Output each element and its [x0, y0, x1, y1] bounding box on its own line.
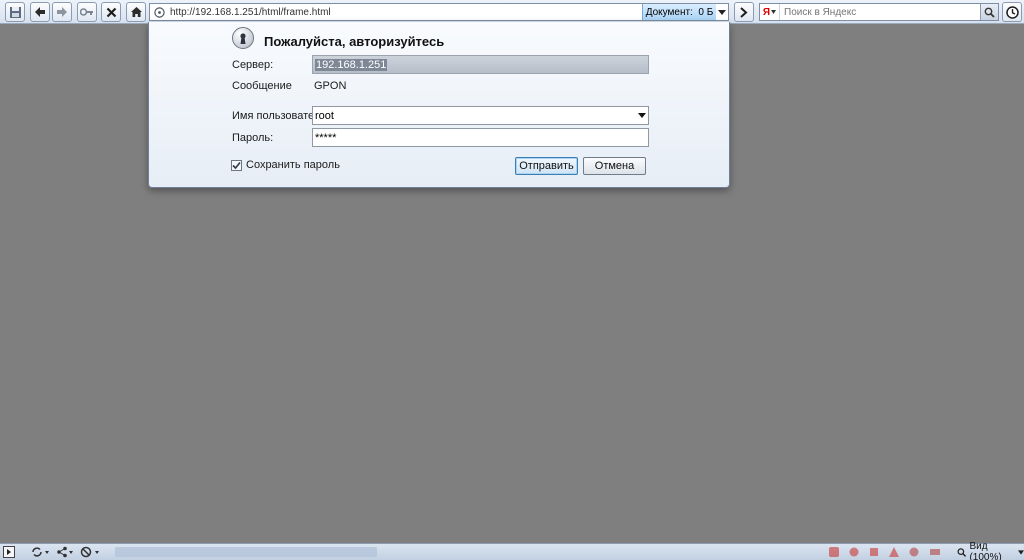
home-icon — [130, 7, 142, 17]
search-button[interactable] — [980, 4, 998, 20]
panel-toggle-button[interactable] — [3, 545, 15, 559]
sync-button[interactable] — [31, 545, 51, 559]
cancel-button[interactable]: Отмена — [583, 157, 646, 175]
block-icon — [80, 546, 99, 558]
yandex-icon: Я — [762, 6, 771, 18]
password-label: Пароль: — [232, 132, 274, 144]
zoom-control[interactable]: Вид (100%) — [957, 541, 1024, 560]
keyhole-icon — [232, 27, 254, 49]
message-label: Сообщение — [232, 80, 292, 92]
extension-icon[interactable] — [848, 545, 860, 559]
forward-icon — [57, 7, 67, 17]
stop-icon — [106, 7, 116, 17]
sync-icon — [32, 547, 49, 557]
address-history-dropdown[interactable] — [716, 4, 728, 20]
password-input[interactable] — [313, 129, 648, 146]
username-input[interactable] — [313, 107, 633, 124]
extension-icon[interactable] — [929, 545, 941, 559]
chevron-down-icon[interactable] — [638, 113, 646, 118]
back-icon — [35, 7, 45, 17]
share-button[interactable] — [56, 545, 76, 559]
back-button[interactable] — [30, 2, 50, 22]
zoom-icon — [957, 547, 967, 557]
document-label: Документ: — [645, 6, 693, 18]
extension-icon[interactable] — [888, 545, 900, 559]
browser-toolbar: http://192.168.1.251/html/frame.html Док… — [0, 0, 1024, 24]
save-page-button[interactable] — [5, 2, 25, 22]
search-input[interactable] — [780, 4, 980, 20]
chevron-down-icon — [718, 9, 726, 15]
go-button[interactable] — [734, 2, 754, 22]
status-bar: Вид (100%) — [0, 541, 1024, 560]
key-icon — [80, 8, 93, 16]
stop-button[interactable] — [101, 2, 121, 22]
home-button[interactable] — [126, 2, 146, 22]
save-page-icon — [9, 6, 21, 18]
address-bar[interactable]: http://192.168.1.251/html/frame.html Док… — [149, 3, 729, 21]
save-password-checkbox[interactable] — [231, 160, 242, 171]
document-size-badge: Документ: 0 Б — [642, 4, 716, 20]
dialog-title: Пожалуйста, авторизуйтесь — [264, 34, 445, 49]
status-progress-area — [115, 547, 377, 557]
panel-toggle-icon — [3, 546, 15, 558]
history-button[interactable] — [1002, 2, 1022, 22]
message-value: GPON — [314, 80, 347, 92]
page-info-icon[interactable] — [150, 4, 168, 20]
submit-button[interactable]: Отправить — [515, 157, 578, 175]
extension-icon[interactable] — [828, 545, 840, 559]
zoom-label: Вид (100%) — [969, 541, 1002, 560]
checkmark-icon — [232, 161, 241, 170]
server-field: 192.168.1.251 — [312, 55, 649, 74]
chevron-down-icon — [771, 10, 777, 14]
extension-icon[interactable] — [868, 545, 880, 559]
document-size: 0 Б — [698, 6, 714, 18]
forward-button[interactable] — [52, 2, 72, 22]
auth-dialog: Пожалуйста, авторизуйтесь Сервер: 192.16… — [148, 22, 730, 188]
share-icon — [57, 546, 73, 558]
chevron-down-icon — [1018, 549, 1024, 555]
content-blocker-button[interactable] — [80, 545, 102, 559]
password-manager-button[interactable] — [77, 2, 97, 22]
search-engine-selector[interactable]: Я — [760, 4, 780, 20]
server-value: 192.168.1.251 — [315, 59, 388, 71]
chevron-right-icon — [740, 6, 748, 18]
server-label: Сервер: — [232, 59, 274, 71]
address-url[interactable]: http://192.168.1.251/html/frame.html — [168, 7, 642, 18]
password-field[interactable] — [312, 128, 649, 147]
extension-icon[interactable] — [908, 545, 920, 559]
search-bar[interactable]: Я — [759, 3, 999, 21]
clock-icon — [1005, 5, 1019, 19]
search-icon — [984, 7, 995, 18]
username-field[interactable] — [312, 106, 649, 125]
save-password-label[interactable]: Сохранить пароль — [246, 159, 340, 171]
